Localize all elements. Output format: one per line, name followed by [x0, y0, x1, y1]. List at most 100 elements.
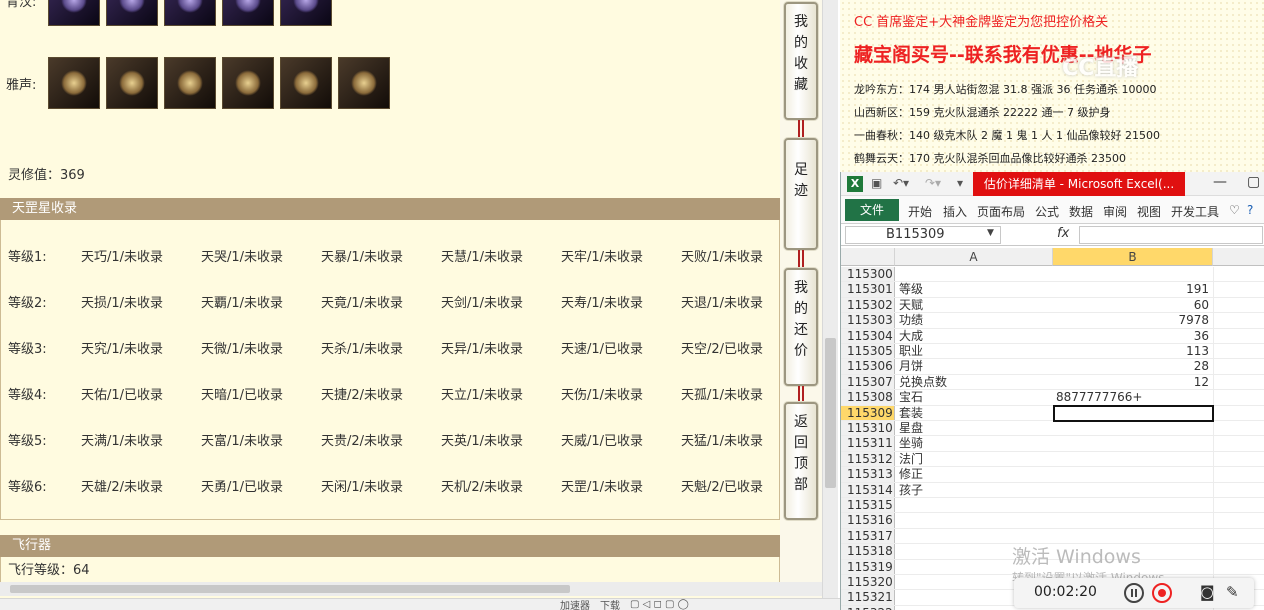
select-all-corner[interactable] — [841, 248, 895, 266]
cell-a[interactable]: 大成 — [899, 329, 1053, 344]
row-header[interactable]: 115309 — [841, 405, 895, 420]
status-icon[interactable]: ▢ ◁ ◻ ▢ ◯ — [630, 599, 689, 610]
cell-c[interactable] — [1213, 359, 1264, 374]
cell-c[interactable] — [1213, 328, 1264, 343]
cell-a[interactable]: 法门 — [899, 452, 1053, 467]
tab-insert[interactable]: 插入 — [943, 203, 967, 220]
row-header[interactable]: 115307 — [841, 374, 895, 390]
tab-review[interactable]: 审阅 — [1103, 203, 1127, 220]
tab-page-layout[interactable]: 页面布局 — [977, 203, 1025, 220]
cell-a[interactable]: 套装 — [899, 406, 1053, 421]
speed-accelerator-link[interactable]: 加速器 — [560, 597, 590, 610]
row-header[interactable]: 115316 — [841, 513, 895, 528]
mask-item-icon[interactable] — [222, 57, 274, 109]
redo-icon[interactable]: ↷▾ — [925, 176, 941, 190]
formula-input[interactable] — [1079, 226, 1263, 244]
row-header[interactable]: 115312 — [841, 451, 895, 467]
equipment-item-icon[interactable] — [164, 0, 216, 26]
row-header[interactable]: 115302 — [841, 297, 895, 313]
cell-c[interactable] — [1213, 405, 1264, 420]
help-icon[interactable]: ? — [1247, 203, 1253, 217]
cell-c[interactable] — [1213, 421, 1264, 436]
column-header-b[interactable]: B — [1053, 248, 1213, 266]
row-header[interactable]: 115315 — [841, 498, 895, 513]
my-favorites-button[interactable]: 我的收藏 — [784, 2, 818, 120]
amulet-item-icon[interactable] — [338, 57, 390, 109]
cell-c[interactable] — [1213, 451, 1264, 467]
footprint-button[interactable]: 足迹 — [784, 138, 818, 250]
cell-a[interactable]: 兑换点数 — [899, 375, 1053, 390]
cell-c[interactable] — [1213, 482, 1264, 497]
cell-c[interactable] — [1213, 544, 1264, 559]
cell-b[interactable]: 60 — [1053, 298, 1213, 313]
row-header[interactable]: 115314 — [841, 482, 895, 497]
row-header[interactable]: 115318 — [841, 544, 895, 559]
cell-a[interactable]: 孩子 — [899, 483, 1053, 498]
cell-c[interactable] — [1213, 467, 1264, 482]
row-header[interactable]: 115321 — [841, 590, 895, 605]
name-box[interactable]: B115309 — [845, 226, 1001, 244]
pause-icon[interactable] — [1124, 583, 1144, 603]
cell-c[interactable] — [1213, 282, 1264, 297]
equipment-item-icon[interactable] — [280, 0, 332, 26]
bead-item-icon[interactable] — [164, 57, 216, 109]
cell-a[interactable]: 星盘 — [899, 421, 1053, 436]
cell-a[interactable]: 等级 — [899, 282, 1053, 297]
cell-a[interactable]: 坐骑 — [899, 436, 1053, 451]
equipment-item-icon[interactable] — [222, 0, 274, 26]
undo-icon[interactable]: ↶▾ — [893, 176, 909, 190]
robe-item-icon[interactable] — [106, 57, 158, 109]
cell-c[interactable] — [1213, 390, 1264, 405]
column-header-a[interactable]: A — [895, 248, 1053, 266]
cell-a[interactable]: 月饼 — [899, 359, 1053, 374]
cell-c[interactable] — [1213, 297, 1264, 313]
cell-c[interactable] — [1213, 513, 1264, 528]
back-to-top-button[interactable]: 返回顶部 — [784, 402, 818, 520]
row-header[interactable]: 115320 — [841, 575, 895, 590]
row-header[interactable]: 115311 — [841, 436, 895, 451]
row-header[interactable]: 115306 — [841, 359, 895, 374]
row-header[interactable]: 115305 — [841, 344, 895, 359]
scrollbar-thumb[interactable] — [10, 585, 570, 593]
browser-horizontal-scrollbar[interactable] — [0, 582, 822, 596]
maximize-icon[interactable]: ▢ — [1247, 174, 1260, 190]
cell-c[interactable] — [1213, 267, 1264, 282]
tab-view[interactable]: 视图 — [1137, 203, 1161, 220]
row-header[interactable]: 115301 — [841, 282, 895, 297]
cell-b[interactable]: 12 — [1053, 375, 1213, 390]
cell-b[interactable]: 113 — [1053, 344, 1213, 359]
browser-vertical-scrollbar[interactable] — [822, 0, 838, 598]
tab-data[interactable]: 数据 — [1069, 203, 1093, 220]
cell-c[interactable] — [1213, 313, 1264, 328]
row-header[interactable]: 115313 — [841, 467, 895, 482]
cell-b[interactable]: 36 — [1053, 329, 1213, 344]
fur-item-icon[interactable] — [280, 57, 332, 109]
stop-recording-icon[interactable] — [1152, 583, 1172, 603]
camera-icon[interactable]: ◙ — [1200, 583, 1215, 601]
equipment-item-icon[interactable] — [106, 0, 158, 26]
pen-icon[interactable]: ✎ — [1226, 583, 1239, 601]
cell-b[interactable]: 191 — [1053, 282, 1213, 297]
cell-c[interactable] — [1213, 498, 1264, 513]
row-header[interactable]: 115304 — [841, 328, 895, 343]
row-header[interactable]: 115308 — [841, 390, 895, 405]
tab-formulas[interactable]: 公式 — [1035, 203, 1059, 220]
minimize-icon[interactable]: — — [1213, 174, 1227, 190]
cell-a[interactable]: 功绩 — [899, 313, 1053, 328]
tab-developer[interactable]: 开发工具 — [1171, 203, 1219, 220]
insert-function-button[interactable]: fx — [1057, 226, 1069, 241]
necklace-item-icon[interactable] — [48, 57, 100, 109]
save-icon[interactable]: ▣ — [871, 176, 882, 190]
tab-file[interactable]: 文件 — [845, 199, 899, 221]
customize-quick-access-icon[interactable]: ▾ — [957, 176, 963, 190]
name-box-dropdown-icon[interactable]: ▼ — [987, 228, 994, 238]
cell-c[interactable] — [1213, 559, 1264, 574]
scrollbar-thumb[interactable] — [825, 338, 836, 488]
cell-c[interactable] — [1213, 374, 1264, 390]
row-header[interactable]: 115319 — [841, 559, 895, 574]
column-header-c[interactable] — [1213, 248, 1264, 266]
row-header[interactable]: 115300 — [841, 267, 895, 282]
cell-c[interactable] — [1213, 528, 1264, 544]
row-header[interactable]: 115303 — [841, 313, 895, 328]
my-counter-offer-button[interactable]: 我的还价 — [784, 268, 818, 386]
